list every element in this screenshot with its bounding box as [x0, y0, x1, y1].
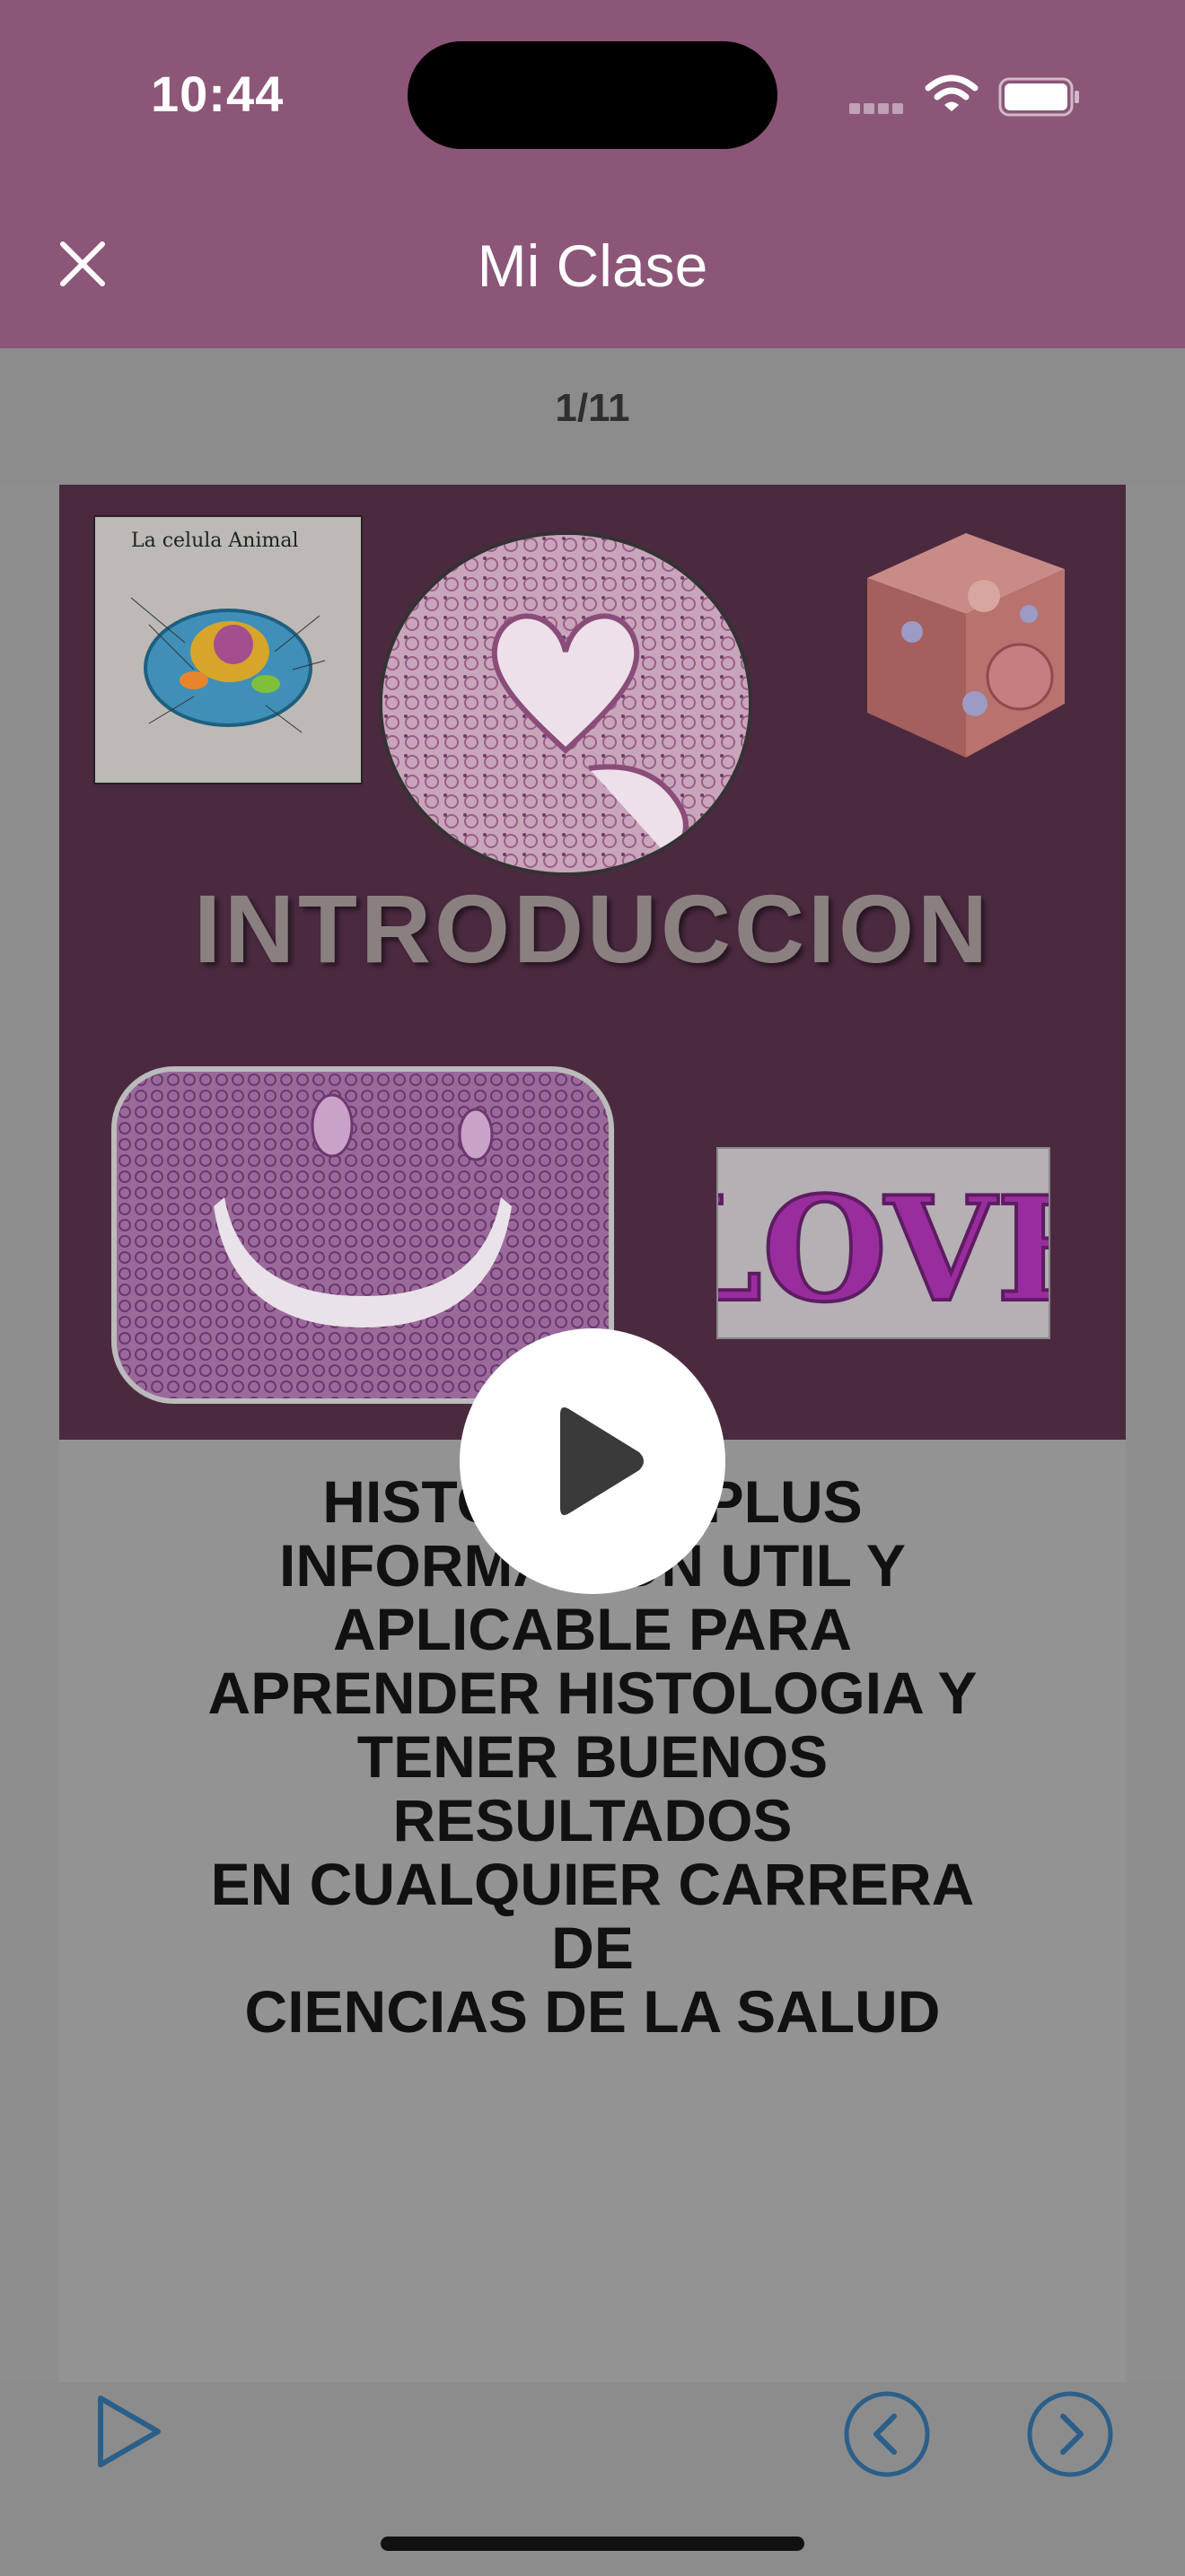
play-overlay-button[interactable]	[460, 1328, 725, 1594]
chevron-right-circle-icon[interactable]	[1025, 2389, 1115, 2479]
page-title: Mi Clase	[477, 232, 708, 299]
status-time: 10:44	[151, 66, 285, 122]
battery-icon	[998, 77, 1079, 117]
app-header: 10:44 Mi Clase	[0, 0, 1185, 348]
animal-cell-diagram: La celula Animal	[93, 515, 363, 784]
desc-line: APLICABLE PARA	[332, 1596, 853, 1662]
chevron-left-circle-icon[interactable]	[842, 2389, 932, 2479]
cellular-signal-icon	[849, 102, 907, 118]
play-outline-icon[interactable]	[93, 2391, 165, 2472]
cell-diagram-title: La celula Animal	[131, 530, 299, 552]
page-indicator-bar: 1/11	[0, 348, 1185, 485]
home-indicator[interactable]	[381, 2537, 804, 2551]
dynamic-island	[408, 41, 777, 149]
love-tissue-image: LOVE	[659, 1147, 1108, 1339]
wifi-icon	[925, 74, 979, 111]
desc-line: DE	[551, 1914, 634, 1981]
desc-line: APRENDER HISTOLOGIA Y	[207, 1660, 978, 1726]
desc-line: RESULTADOS	[392, 1787, 793, 1853]
love-image-text: LOVE	[718, 1165, 1049, 1334]
slide-intro-title: INTRODUCCION	[194, 874, 991, 983]
play-icon	[560, 1407, 644, 1515]
desc-line: EN CUALQUIER CARRERA	[210, 1851, 975, 1917]
lung-tissue-heart-image	[379, 531, 752, 876]
tissue-cube-image	[867, 533, 1065, 758]
desc-line: TENER BUENOS	[356, 1723, 829, 1790]
page-indicator: 1/11	[555, 386, 630, 430]
cell-illustration	[130, 597, 326, 733]
desc-line: CIENCIAS DE LA SALUD	[244, 1978, 941, 2045]
